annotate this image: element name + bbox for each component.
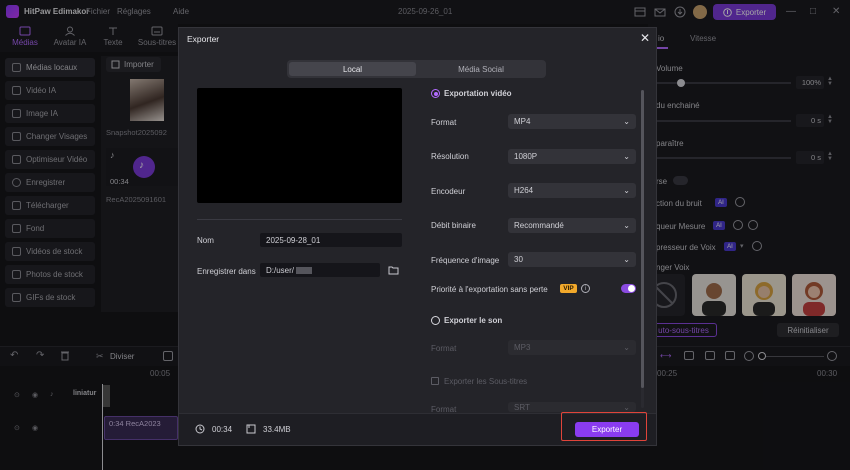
save-location-label: Enregistrer dans: [197, 267, 256, 276]
bitrate-select[interactable]: Recommandé ⌄: [508, 218, 636, 233]
bitrate-label: Débit binaire: [431, 221, 476, 230]
chevron-down-icon: ⌄: [623, 255, 630, 264]
export-duration: 00:34: [212, 425, 233, 434]
save-path-text: D:/user/: [266, 265, 295, 275]
format-select[interactable]: MP4 ⌄: [508, 114, 636, 129]
dialog-title: Exporter: [187, 34, 220, 44]
subtitles-format-value: SRT: [514, 402, 530, 412]
subtitles-export-label: Exporter les Sous-titres: [444, 377, 528, 386]
encoder-label: Encodeur: [431, 187, 466, 196]
lossless-priority-toggle[interactable]: [621, 284, 636, 293]
video-export-radio[interactable]: [431, 89, 440, 98]
encoder-value: H264: [514, 186, 534, 195]
bitrate-value: Recommandé: [514, 221, 564, 230]
resolution-select[interactable]: 1080P ⌄: [508, 149, 636, 164]
clock-icon: [195, 424, 205, 434]
subtitles-format-select[interactable]: SRT ⌄: [508, 402, 636, 412]
format-label: Format: [431, 118, 457, 127]
segment-social[interactable]: Média Social: [418, 62, 544, 76]
chevron-down-icon: ⌄: [623, 402, 630, 412]
lossless-priority-label: Priorité à l'exportation sans perte: [431, 285, 548, 294]
subtitles-export-checkbox[interactable]: [431, 377, 439, 385]
export-file-size: 33.4MB: [263, 425, 291, 434]
file-size-icon: [246, 424, 256, 434]
video-export-label: Exportation vidéo: [444, 89, 512, 98]
resolution-value: 1080P: [514, 152, 538, 161]
sound-export-radio[interactable]: [431, 316, 440, 325]
chevron-down-icon: ⌄: [623, 186, 630, 195]
framerate-select[interactable]: 30 ⌄: [508, 252, 636, 267]
chevron-down-icon: ⌄: [623, 221, 630, 230]
chevron-down-icon: ⌄: [623, 152, 630, 161]
divider: [197, 219, 402, 220]
name-input[interactable]: 2025-09-28_01: [260, 233, 402, 247]
name-label: Nom: [197, 236, 214, 245]
encoder-select[interactable]: H264 ⌄: [508, 183, 636, 198]
folder-icon[interactable]: [388, 265, 399, 275]
sound-format-select[interactable]: MP3 ⌄: [508, 340, 636, 355]
export-button[interactable]: Exporter: [575, 422, 639, 437]
resolution-label: Résolution: [431, 152, 469, 161]
vip-badge: VIP: [560, 284, 577, 293]
sound-format-value: MP3: [514, 343, 531, 352]
chevron-down-icon: ⌄: [623, 117, 630, 126]
redacted-path: [296, 266, 313, 274]
sound-export-label: Exporter le son: [444, 316, 503, 325]
dialog-scrollbar-thumb[interactable]: [641, 90, 644, 388]
framerate-label: Fréquence d'image: [431, 256, 500, 265]
info-icon[interactable]: i: [581, 284, 590, 293]
sound-format-label: Format: [431, 344, 457, 353]
save-path-input[interactable]: D:/user/: [260, 263, 380, 277]
video-preview: [197, 88, 402, 203]
framerate-value: 30: [514, 255, 523, 264]
chevron-down-icon: ⌄: [623, 343, 630, 352]
format-value: MP4: [514, 117, 531, 126]
close-icon[interactable]: ✕: [640, 31, 650, 45]
segment-local[interactable]: Local: [289, 62, 416, 76]
